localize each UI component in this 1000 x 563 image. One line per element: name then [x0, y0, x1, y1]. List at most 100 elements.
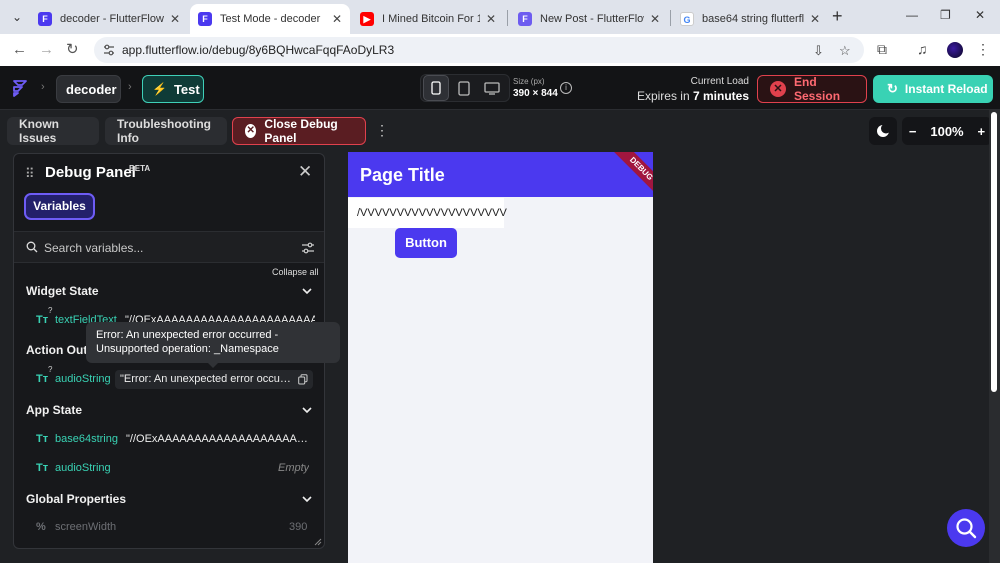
variable-row-audiostring-output[interactable]: Tт ? audioString "Error: An unexpected e…: [14, 365, 324, 391]
close-icon[interactable]: ✕: [298, 162, 312, 182]
tab-search-chevron-icon[interactable]: ⌄: [6, 6, 28, 28]
flutterflow-community-favicon-icon: F: [518, 12, 532, 26]
variable-row-screenwidth[interactable]: % screenWidth 390: [14, 517, 324, 539]
expires-value: 7 minutes: [692, 89, 749, 103]
test-mode-breadcrumb[interactable]: ⚡ Test: [142, 75, 204, 103]
chevron-down-icon[interactable]: [301, 493, 313, 505]
browser-tab-google[interactable]: G base64 string flutterflow ✕: [672, 4, 828, 34]
tooltip-arrow: [207, 362, 219, 368]
resize-handle-icon[interactable]: [314, 538, 322, 546]
browser-tab-decoder[interactable]: F decoder - FlutterFlow ✕: [30, 4, 188, 34]
browser-tab-test-mode[interactable]: F Test Mode - decoder ✕: [190, 4, 350, 34]
install-app-icon[interactable]: ⇩: [813, 43, 824, 59]
browser-tab-youtube[interactable]: ▶ I Mined Bitcoin For 1.5 Ye ✕: [352, 4, 504, 34]
dark-mode-toggle[interactable]: [869, 117, 897, 145]
size-label: Size (px): [513, 77, 545, 86]
section-app-state[interactable]: App State: [26, 403, 82, 417]
youtube-favicon-icon: ▶: [360, 12, 374, 26]
tab-close-icon[interactable]: ✕: [332, 12, 342, 26]
window-close-icon[interactable]: ✕: [975, 8, 985, 22]
tab-separator: [507, 10, 508, 26]
minimize-icon[interactable]: —: [906, 8, 918, 22]
scrollbar-thumb[interactable]: [991, 112, 997, 392]
troubleshooting-info-button[interactable]: Troubleshooting Info: [105, 117, 227, 145]
current-load-label: Current Load: [690, 76, 749, 87]
variable-row-audiostring-app[interactable]: Tт audioString Empty: [14, 458, 324, 480]
reload-icon[interactable]: ↻: [66, 41, 79, 59]
variable-row-base64string[interactable]: Tт base64string "//OExAAAAAAAAAAAAAAAAAA…: [14, 429, 324, 451]
text-field[interactable]: /VVVVVVVVVVVVVVVVVVVV: [348, 198, 507, 228]
app-button[interactable]: Button: [395, 228, 457, 258]
expires-text: Expires in 7 minutes: [630, 89, 749, 103]
text-type-icon: Tт: [36, 433, 49, 445]
tab-variables[interactable]: Variables: [24, 193, 95, 220]
copy-icon[interactable]: [298, 374, 308, 385]
back-arrow-icon[interactable]: ←: [12, 41, 27, 59]
page-title: Page Title: [360, 165, 445, 185]
more-options-icon[interactable]: ⋮: [375, 122, 389, 139]
debug-panel-title: Debug Panel: [45, 164, 136, 181]
media-controls-icon[interactable]: ♫: [917, 41, 928, 57]
drag-handle-icon[interactable]: ⠿: [25, 166, 35, 182]
variable-value: "//OExAAAAAAAAAAAAAAAAAAAAAAAAAAAAAAAAAA…: [126, 433, 310, 445]
tab-close-icon[interactable]: ✕: [650, 12, 660, 26]
size-info: Size (px) 390 × 844: [513, 77, 558, 99]
section-global-properties[interactable]: Global Properties: [26, 492, 126, 506]
variable-value: 390: [289, 521, 308, 533]
restore-icon[interactable]: ❐: [940, 8, 951, 22]
tab-close-icon[interactable]: ✕: [170, 12, 180, 26]
instant-reload-label: Instant Reload: [904, 82, 988, 96]
info-icon[interactable]: i: [560, 82, 572, 94]
moon-icon: [877, 124, 890, 137]
tablet-device-button[interactable]: [451, 75, 477, 101]
project-breadcrumb[interactable]: decoder: [56, 75, 121, 103]
chevron-down-icon[interactable]: [301, 404, 313, 416]
collapse-all-link[interactable]: Collapse all: [272, 267, 319, 277]
tab-separator: [670, 10, 671, 26]
variable-name: base64string: [55, 433, 118, 445]
desktop-device-button[interactable]: [479, 75, 505, 101]
forward-arrow-icon[interactable]: →: [39, 41, 54, 59]
close-debug-panel-button[interactable]: ✕ Close Debug Panel: [232, 117, 366, 145]
tab-close-icon[interactable]: ✕: [810, 12, 820, 26]
filter-icon[interactable]: [301, 241, 315, 255]
extensions-puzzle-icon[interactable]: ⧉: [877, 41, 887, 58]
chevron-right-icon: ›: [128, 81, 132, 93]
tab-close-icon[interactable]: ✕: [486, 12, 496, 26]
phone-device-button[interactable]: [423, 75, 449, 101]
omnibox[interactable]: app.flutterflow.io/debug/8y6BQHwcaFqqFAo…: [94, 37, 864, 63]
zoom-out-icon[interactable]: −: [909, 124, 917, 139]
browser-tab-new-post[interactable]: F New Post - FlutterFlow C ✕: [510, 4, 668, 34]
site-settings-icon[interactable]: [102, 43, 116, 57]
error-tooltip: Error: An unexpected error occurred - Un…: [86, 322, 340, 363]
variable-name: screenWidth: [55, 521, 117, 533]
zoom-in-icon[interactable]: +: [977, 124, 985, 139]
known-issues-button[interactable]: Known Issues: [7, 117, 99, 145]
flutterflow-favicon-icon: F: [38, 12, 52, 26]
chevron-down-icon[interactable]: [301, 285, 313, 297]
end-session-button[interactable]: ✕ End Session: [757, 75, 867, 103]
tab-label: decoder - FlutterFlow: [60, 13, 164, 25]
search-input[interactable]: [44, 238, 284, 258]
new-tab-plus-icon[interactable]: +: [832, 6, 843, 26]
instant-reload-button[interactable]: ↻ Instant Reload: [873, 75, 993, 103]
text-type-icon: Tт: [36, 462, 49, 474]
phone-icon: [431, 81, 441, 95]
section-widget-state[interactable]: Widget State: [26, 284, 99, 298]
variable-value-box[interactable]: "Error: An unexpected error occurred - U…: [115, 370, 313, 389]
browser-tab-strip: ⌄ F decoder - FlutterFlow ✕ F Test Mode …: [0, 0, 1000, 34]
floating-search-button[interactable]: [947, 509, 985, 547]
url-text: app.flutterflow.io/debug/8y6BQHwcaFqqFAo…: [122, 43, 395, 57]
zoom-control: − 100% +: [902, 117, 992, 145]
chrome-menu-icon[interactable]: ⋮: [976, 41, 990, 58]
bookmark-star-icon[interactable]: ☆: [839, 43, 851, 59]
text-type-icon: Tт: [36, 314, 49, 326]
profile-avatar[interactable]: [947, 42, 963, 58]
device-selector: [420, 74, 510, 102]
text-type-icon: Tт: [36, 373, 49, 385]
nullable-marker: ?: [48, 306, 53, 315]
variable-name: audioString: [55, 462, 111, 474]
flutterflow-logo-icon[interactable]: [10, 78, 30, 98]
address-row: ← → ↻ app.flutterflow.io/debug/8y6BQHwca…: [0, 34, 1000, 66]
mode-label: Test: [173, 81, 200, 97]
